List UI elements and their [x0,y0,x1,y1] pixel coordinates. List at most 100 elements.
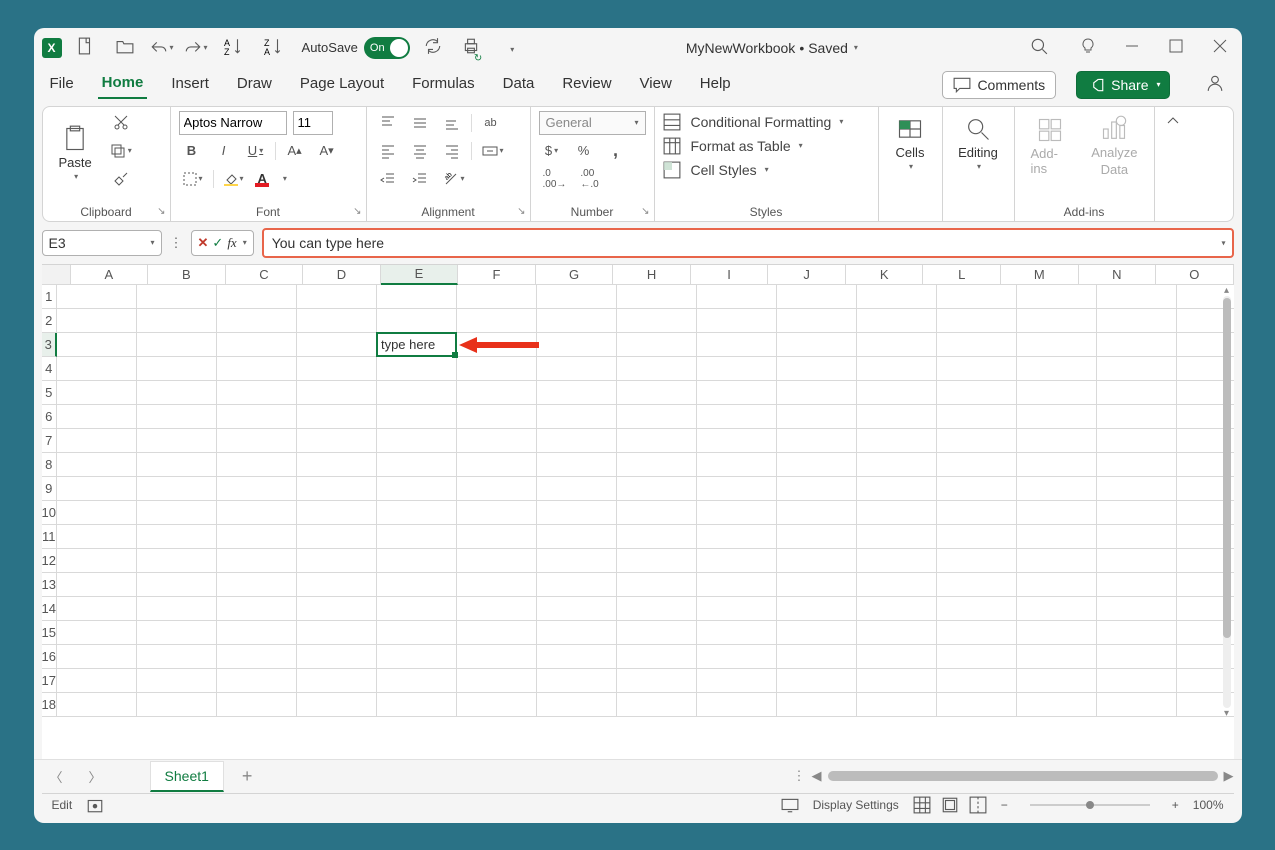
cell[interactable] [697,357,777,381]
cell[interactable] [297,477,377,501]
cell[interactable] [57,405,137,429]
underline-button[interactable]: U▾ [243,139,269,163]
cell[interactable] [217,549,297,573]
cell[interactable] [617,285,697,309]
cell[interactable] [617,501,697,525]
cell[interactable] [57,693,137,717]
maximize-button[interactable] [1162,34,1190,61]
cell[interactable] [1017,645,1097,669]
cell[interactable] [857,669,937,693]
vertical-scrollbar[interactable]: ▴▾ [1221,285,1233,719]
cell[interactable] [57,333,137,357]
cell[interactable] [137,405,217,429]
cell-styles-button[interactable]: Cell Styles▾ [663,161,870,179]
column-header[interactable]: J [768,265,846,285]
cell[interactable] [937,501,1017,525]
cell[interactable] [857,693,937,717]
cell[interactable] [137,357,217,381]
chevron-down-icon[interactable]: ▾ [909,162,913,171]
tab-page-layout[interactable]: Page Layout [296,71,388,98]
column-header[interactable]: A [71,265,149,285]
cell[interactable] [937,309,1017,333]
cell[interactable] [1017,573,1097,597]
tab-insert[interactable]: Insert [167,71,213,98]
cell[interactable] [537,525,617,549]
merge-center-button[interactable]: ▾ [478,139,508,163]
cell[interactable] [217,405,297,429]
cell[interactable] [1017,501,1097,525]
cell[interactable] [937,333,1017,357]
cell[interactable] [377,285,457,309]
cell[interactable] [537,429,617,453]
cell[interactable] [937,645,1017,669]
cell[interactable] [57,357,137,381]
row-header[interactable]: 7 [42,429,57,453]
dialog-launcher-icon[interactable]: ↘ [517,206,525,217]
align-bottom-icon[interactable] [439,111,465,135]
cell[interactable] [57,285,137,309]
sheet-next-icon[interactable]: 〉 [81,763,110,790]
cell[interactable] [777,645,857,669]
row-header[interactable]: 1 [42,285,57,309]
fill-color-button[interactable]: ▾ [220,167,248,191]
cell[interactable] [297,309,377,333]
cell[interactable] [377,693,457,717]
cell[interactable] [697,453,777,477]
editing-button[interactable]: Editing ▾ [951,111,1006,171]
cell[interactable] [377,525,457,549]
cell[interactable] [937,573,1017,597]
cell[interactable] [617,333,697,357]
cell[interactable] [697,669,777,693]
row-header[interactable]: 3 [42,333,57,357]
currency-button[interactable]: $▾ [539,139,565,163]
cell[interactable] [697,597,777,621]
row-header[interactable]: 4 [42,357,57,381]
cell[interactable] [697,381,777,405]
cell[interactable] [1017,525,1097,549]
cell[interactable] [377,549,457,573]
cell[interactable] [297,381,377,405]
cell[interactable] [617,573,697,597]
select-all-corner[interactable] [42,265,71,285]
cell[interactable] [857,429,937,453]
cell[interactable] [137,381,217,405]
close-button[interactable] [1206,34,1234,61]
autosave-toggle[interactable]: AutoSave On [302,37,410,59]
cell[interactable] [57,477,137,501]
cell[interactable] [697,645,777,669]
cell[interactable] [777,429,857,453]
cell[interactable] [297,621,377,645]
cell[interactable] [937,669,1017,693]
cell[interactable] [57,429,137,453]
cell[interactable] [617,693,697,717]
tab-data[interactable]: Data [499,71,539,98]
cell[interactable] [537,285,617,309]
tab-file[interactable]: File [46,71,78,98]
dialog-launcher-icon[interactable]: ↘ [157,206,165,217]
sheet-prev-icon[interactable]: 〈 [42,763,71,790]
borders-button[interactable]: ▾ [179,167,207,191]
horizontal-scrollbar[interactable] [828,771,1218,781]
row-header[interactable]: 13 [42,573,57,597]
format-as-table-button[interactable]: Format as Table▾ [663,137,870,155]
cell[interactable] [537,381,617,405]
collapse-ribbon-icon[interactable] [1165,113,1181,132]
font-name-dropdown[interactable] [179,111,287,135]
format-painter-icon[interactable] [106,167,136,191]
enter-icon[interactable]: ✓ [212,235,223,251]
cell[interactable] [217,573,297,597]
cell[interactable] [697,333,777,357]
cell[interactable] [377,621,457,645]
cell[interactable] [457,405,537,429]
tab-view[interactable]: View [636,71,676,98]
cell[interactable] [777,693,857,717]
cell[interactable] [857,573,937,597]
cell[interactable] [377,309,457,333]
cell[interactable] [1097,573,1177,597]
indent-increase-icon[interactable] [407,167,433,191]
cell[interactable] [457,477,537,501]
cell[interactable] [217,669,297,693]
cell[interactable] [137,573,217,597]
cell[interactable] [937,381,1017,405]
cell[interactable] [777,477,857,501]
